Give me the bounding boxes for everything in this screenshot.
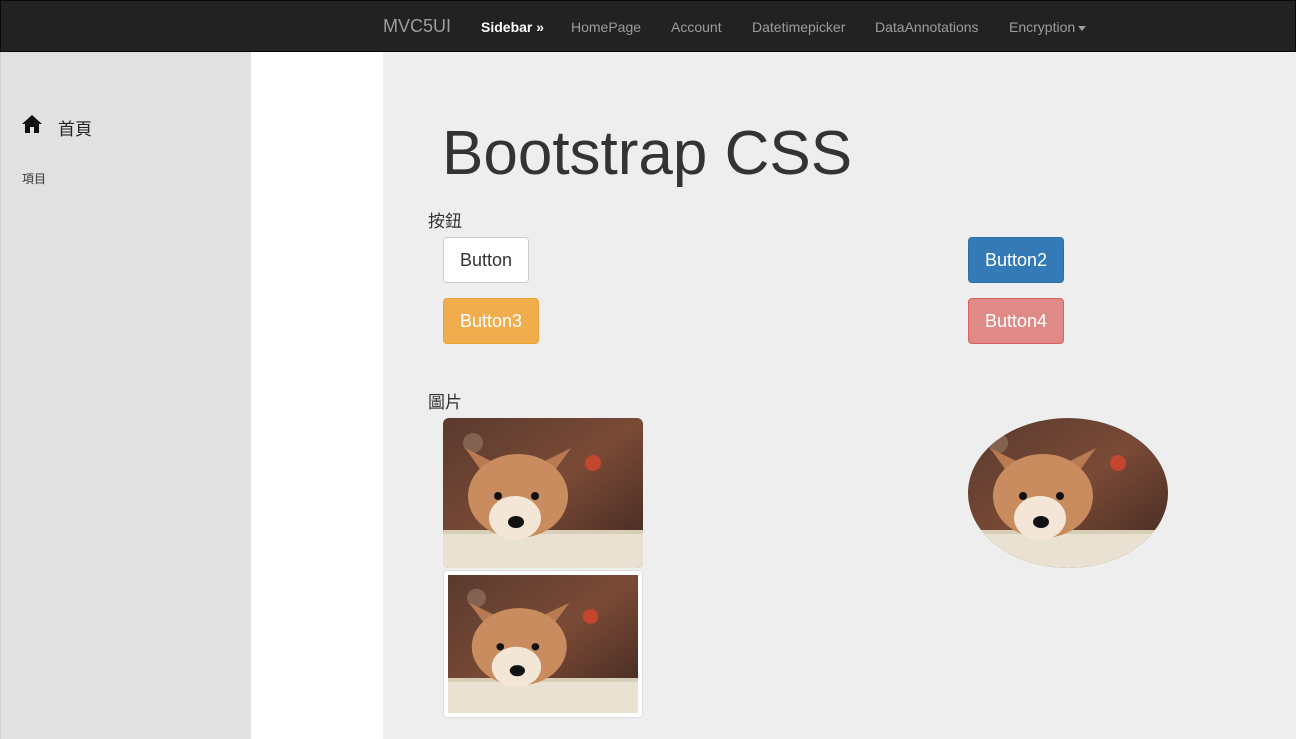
puppy-photo-thumbnail [448, 575, 638, 713]
nav-item-dataannotations[interactable]: DataAnnotations [875, 19, 979, 35]
buttons-section-label: 按鈕 [428, 212, 462, 232]
sidebar-item-home[interactable]: 首頁 [21, 112, 92, 140]
nav-item-datetimepicker[interactable]: Datetimepicker [752, 19, 845, 35]
top-navbar: MVC5UI Sidebar » HomePage Account Dateti… [0, 0, 1296, 52]
button-danger[interactable]: Button4 [968, 298, 1064, 344]
nav-item-encryption-label: Encryption [1009, 19, 1076, 35]
caret-down-icon [1078, 25, 1087, 31]
puppy-photo-circle [968, 418, 1168, 568]
nav-item-sidebar[interactable]: Sidebar » [481, 19, 544, 35]
button-default[interactable]: Button [443, 237, 529, 283]
sidebar-item-home-label: 首頁 [58, 120, 92, 140]
puppy-image-rounded [443, 418, 643, 568]
button-primary[interactable]: Button2 [968, 237, 1064, 283]
page-title: Bootstrap CSS [442, 119, 853, 188]
navbar-brand[interactable]: MVC5UI [383, 16, 451, 37]
main-content: Bootstrap CSS 按鈕 Button Button2 Button3 … [383, 52, 1296, 739]
button-warning[interactable]: Button3 [443, 298, 539, 344]
home-icon [22, 115, 42, 133]
sidebar: 首頁 項目 [0, 52, 251, 739]
sidebar-item-sub[interactable]: 項目 [22, 170, 46, 187]
puppy-photo-rounded [443, 418, 643, 568]
images-section-label: 圖片 [428, 393, 462, 413]
nav-item-homepage[interactable]: HomePage [571, 19, 641, 35]
nav-item-encryption[interactable]: Encryption [1009, 19, 1087, 35]
nav-item-account[interactable]: Account [671, 19, 722, 35]
puppy-image-circle [968, 418, 1168, 568]
puppy-image-thumbnail [443, 570, 643, 718]
